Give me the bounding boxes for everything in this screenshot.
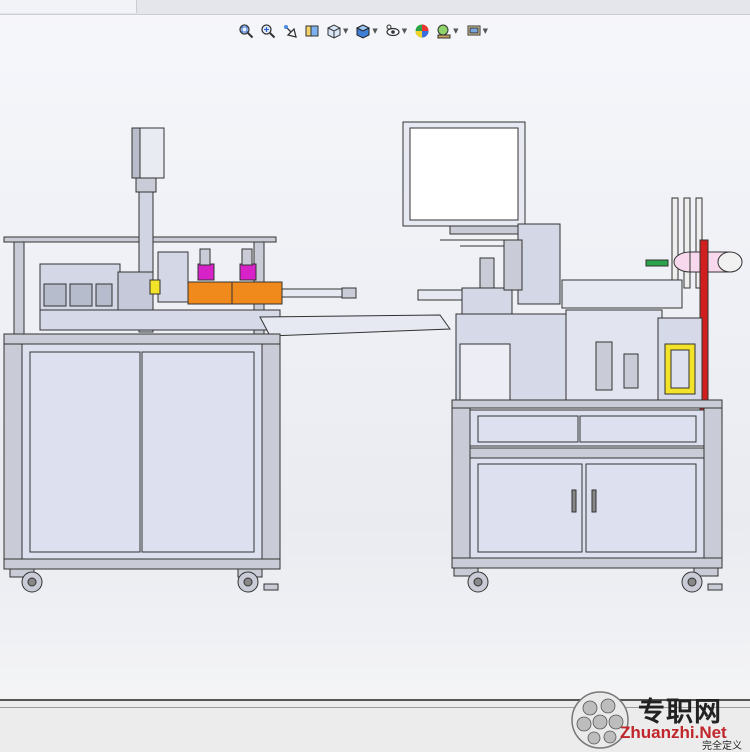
watermark-url: Zhuanzhi.Net <box>620 723 727 742</box>
zoom-to-fit-icon[interactable] <box>236 21 256 41</box>
left-machine <box>3 127 451 593</box>
display-style-icon[interactable] <box>353 21 373 41</box>
hide-show-items-icon[interactable] <box>383 21 403 41</box>
zoom-to-area-icon[interactable] <box>258 21 278 41</box>
view-settings-icon[interactable] <box>464 21 484 41</box>
graphics-area[interactable] <box>0 44 750 699</box>
document-tab[interactable] <box>0 0 93 13</box>
window-top-strip <box>0 0 750 15</box>
right-machine <box>402 121 743 593</box>
edit-appearance-icon[interactable] <box>412 21 432 41</box>
apply-scene-icon[interactable] <box>434 21 454 41</box>
document-tab[interactable] <box>92 0 137 13</box>
heads-up-view-toolbar: ▼ ▼ ▼ ▼ ▼ <box>236 20 491 42</box>
view-orientation-icon[interactable] <box>324 21 344 41</box>
previous-view-icon[interactable] <box>280 21 300 41</box>
section-view-icon[interactable] <box>302 21 322 41</box>
